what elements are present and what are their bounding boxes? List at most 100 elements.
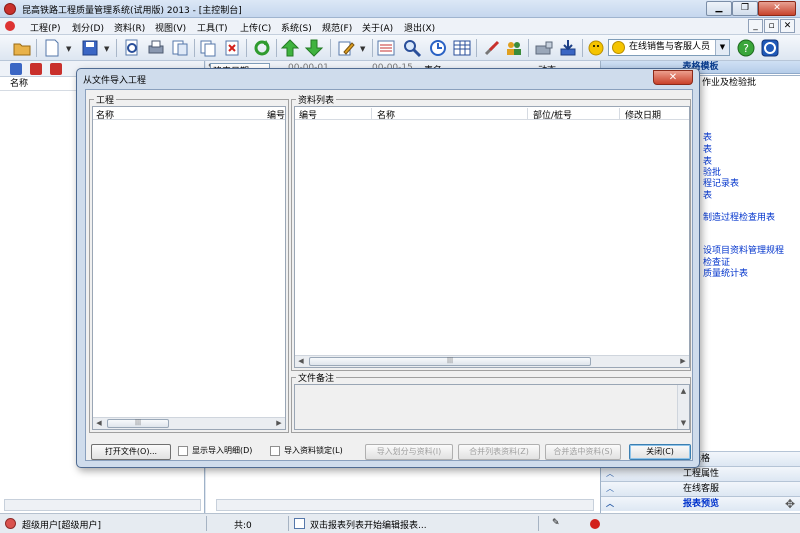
users-icon[interactable]: [504, 38, 524, 58]
template-link[interactable]: 质量统计表: [703, 266, 748, 279]
menu-upload[interactable]: 上传(C): [240, 21, 271, 34]
preview-icon[interactable]: [122, 38, 142, 58]
column-location[interactable]: 部位/桩号: [533, 108, 572, 121]
delete-icon[interactable]: [222, 38, 242, 58]
column-name[interactable]: 名称: [377, 108, 395, 121]
clock-icon[interactable]: [428, 38, 448, 58]
lock-data-label: 导入资料锁定(L): [284, 446, 343, 455]
refresh-icon[interactable]: [252, 38, 272, 58]
open-file-button[interactable]: 打开文件(O)...: [91, 444, 171, 460]
menu-view[interactable]: 视图(V): [155, 21, 186, 34]
dialog-title: 从文件导入工程: [83, 76, 147, 86]
checkbox-box[interactable]: [270, 446, 280, 456]
mdi-minimize-button[interactable]: _: [748, 19, 763, 33]
tab-inspection-lot[interactable]: 作业及检验批: [697, 75, 800, 90]
new-document-icon[interactable]: [42, 38, 62, 58]
merge-list-button[interactable]: 合并列表资料(Z): [458, 444, 540, 460]
menu-tools[interactable]: 工具(T): [197, 21, 228, 34]
panel-project-props[interactable]: ︿ 工程属性: [601, 466, 800, 481]
file-notes-text[interactable]: ▲ ▼: [294, 384, 690, 430]
search-icon[interactable]: [402, 38, 422, 58]
home-icon[interactable]: [10, 63, 22, 75]
svg-text:?: ?: [743, 42, 749, 55]
data-list-group: 资料列表 编号 名称 部位/桩号 修改日期 ◀ ||| ▶: [291, 93, 691, 371]
scroll-right-icon[interactable]: ▶: [678, 357, 688, 366]
edit-pen-status-icon: ✎: [552, 518, 560, 528]
project-list-hscrollbar[interactable]: ◀ ||| ▶: [93, 417, 285, 429]
dialog-close-button[interactable]: ✕: [653, 70, 693, 85]
data-list[interactable]: 编号 名称 部位/桩号 修改日期 ◀ ||| ▶: [294, 106, 690, 368]
menu-about[interactable]: 关于(A): [362, 21, 393, 34]
lock-data-checkbox[interactable]: 导入资料锁定(L): [270, 445, 343, 457]
restore-button[interactable]: ❐: [732, 1, 758, 16]
checkbox-box[interactable]: [178, 446, 188, 456]
menu-exit[interactable]: 退出(X): [404, 21, 435, 34]
project-list[interactable]: 名称 编号 ◀ ||| ▶: [92, 106, 286, 430]
menu-partition[interactable]: 划分(D): [72, 21, 104, 34]
app-logo-icon: [4, 3, 16, 15]
upload-tray-icon[interactable]: [534, 38, 554, 58]
column-modified-date[interactable]: 修改日期: [625, 108, 661, 121]
menu-project[interactable]: 工程(P): [30, 21, 60, 34]
expand-cross-icon[interactable]: ✥: [785, 497, 795, 511]
new-dropdown-icon[interactable]: ▼: [66, 45, 71, 53]
qq-service-icon[interactable]: [586, 38, 606, 58]
close-button[interactable]: 关闭(C): [629, 444, 691, 460]
online-support-select[interactable]: 在线销售与客服人员 ▼: [608, 39, 730, 56]
print-icon[interactable]: [146, 38, 166, 58]
scroll-left-icon[interactable]: ◀: [296, 357, 306, 366]
home-delete-icon[interactable]: [50, 63, 62, 75]
panel-online-service[interactable]: ︿ 在线客服: [601, 481, 800, 496]
scroll-left-icon[interactable]: ◀: [94, 419, 104, 428]
menu-system[interactable]: 系统(S): [281, 21, 312, 34]
column-name[interactable]: 名称: [96, 108, 114, 121]
help-icon[interactable]: ?: [736, 38, 756, 58]
column-code[interactable]: 编号: [267, 108, 285, 121]
panel-online-service-label: 在线客服: [682, 484, 719, 494]
data-list-hscrollbar[interactable]: ◀ ||| ▶: [295, 355, 689, 367]
info-icon[interactable]: [760, 38, 780, 58]
edit-pen-icon[interactable]: [336, 38, 356, 58]
window-close-button[interactable]: ✕: [758, 1, 796, 16]
scroll-thumb[interactable]: |||: [309, 357, 591, 366]
scroll-right-icon[interactable]: ▶: [274, 419, 284, 428]
edit-dropdown-icon[interactable]: ▼: [360, 45, 365, 53]
tools-icon[interactable]: [482, 38, 502, 58]
chevron-down-icon[interactable]: ▼: [715, 40, 729, 55]
scroll-thumb[interactable]: |||: [107, 419, 169, 428]
table-grid-icon[interactable]: [452, 38, 472, 58]
template-link[interactable]: 制造过程检查用表: [703, 210, 775, 223]
menu-standards[interactable]: 规范(F): [322, 21, 352, 34]
show-detail-checkbox[interactable]: 显示导入明细(D): [178, 445, 252, 457]
file-notes-label: 文件备注: [296, 371, 337, 384]
save-disk-icon[interactable]: [80, 38, 100, 58]
save-dropdown-icon[interactable]: ▼: [104, 45, 109, 53]
online-support-value: 在线销售与客服人员: [629, 42, 711, 52]
scroll-down-icon[interactable]: ▼: [679, 418, 688, 428]
move-up-icon[interactable]: [280, 38, 300, 58]
home-red-icon[interactable]: [30, 63, 42, 75]
print-setup-icon[interactable]: [170, 38, 190, 58]
connection-status-icon: [590, 519, 600, 529]
move-down-icon[interactable]: [304, 38, 324, 58]
report-horizontal-scrollbar[interactable]: [216, 499, 594, 511]
notes-vscrollbar[interactable]: ▲ ▼: [677, 385, 689, 429]
status-bar: 超级用户[超级用户] 共:0 双击报表列表开始编辑报表... ✎: [0, 513, 800, 533]
panel-report-preview[interactable]: ︿ 报表预览 ✥: [601, 496, 800, 511]
import-partition-button[interactable]: 导入划分与资料(I): [365, 444, 453, 460]
mdi-restore-button[interactable]: ▫: [764, 19, 779, 33]
download-tray-icon[interactable]: [558, 38, 578, 58]
report-list-icon[interactable]: [376, 38, 396, 58]
menu-data[interactable]: 资料(R): [114, 21, 145, 34]
tree-horizontal-scrollbar[interactable]: [4, 499, 201, 511]
copy-icon[interactable]: [198, 38, 218, 58]
template-link[interactable]: 表: [703, 188, 712, 201]
chevron-up-icon: ︿: [606, 469, 614, 478]
minimize-button[interactable]: ▁: [706, 1, 732, 16]
merge-selected-button[interactable]: 合并选中资料(S): [545, 444, 621, 460]
column-code[interactable]: 编号: [299, 108, 317, 121]
open-folder-icon[interactable]: [12, 38, 32, 58]
scroll-up-icon[interactable]: ▲: [679, 386, 688, 396]
mdi-system-icon[interactable]: [5, 21, 15, 31]
mdi-close-button[interactable]: ✕: [780, 19, 795, 33]
